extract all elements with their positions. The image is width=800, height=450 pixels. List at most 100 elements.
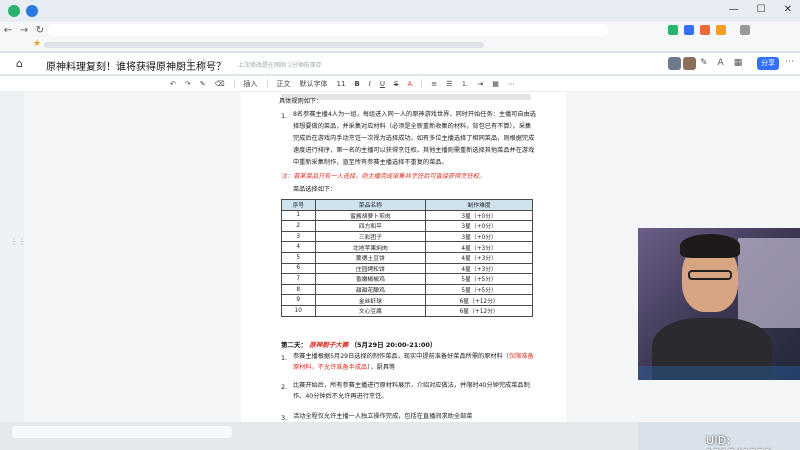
header-tools: ✎ A ▦ xyxy=(700,58,742,68)
comment-icon[interactable]: ✎ xyxy=(700,58,708,68)
text-run-red: 仅限准备 xyxy=(509,353,534,360)
table-row: 7 香嫩椒椒鸡 5星（+5分） xyxy=(281,273,533,285)
bottom-strip xyxy=(0,422,638,450)
webcam-shelf xyxy=(738,238,800,328)
star-icon[interactable]: ★ xyxy=(33,39,41,49)
window-controls: — ☐ ✕ xyxy=(729,4,792,15)
more-tools-icon[interactable]: ⋯ xyxy=(508,80,515,88)
extension-icon[interactable] xyxy=(716,25,726,35)
share-icon[interactable]: ⇪ xyxy=(186,58,194,68)
table-cell: 2 xyxy=(281,220,316,232)
bottom-blur xyxy=(12,426,232,438)
day2-item1-line: 原材料，不允许准备半成品），厨具等 xyxy=(293,363,395,373)
table-row: 4 北地苹果焖肉 4星（+3分） xyxy=(281,241,533,253)
table-cell: 3星（+0分） xyxy=(425,209,533,222)
item1-line: 速度进行排序，第一名的主播可以获得烹饪权。其他主播则需重新选择其他菜品并在游戏 xyxy=(293,147,535,154)
column-header: 菜品名称 xyxy=(314,199,427,211)
day2-heading: 第二天： 原神厨子大赛 （5月29日 20:00-21:00） xyxy=(281,339,436,349)
format-painter-icon[interactable]: ✎ xyxy=(200,80,206,88)
extension-icon[interactable] xyxy=(668,25,678,35)
day2-event: 原神厨子大赛 xyxy=(309,341,349,349)
title-actions: ⇪ ☆ ⋯ xyxy=(186,58,223,68)
table-row: 10 文心豆腐 6星（+12分） xyxy=(281,304,533,317)
day2-time: （5月29日 20:00-21:00） xyxy=(350,341,437,349)
dish-table[interactable]: 序号 菜品名称 制作难度 1 蜜酱胡萝卜煎肉 3星（+0分） 2 四方和平 3星（+0分… xyxy=(281,199,533,317)
table-cell: 金丝虾球 xyxy=(314,294,427,306)
share-button[interactable]: 分享 xyxy=(757,57,779,70)
text-run: ），厨具等 xyxy=(367,364,396,371)
doc-header: ⌂ 原神料理复刻！谁将获得原神厨王称号？ ⇪ ☆ ⋯ 上次修改是在刚刚 1分钟前… xyxy=(0,53,800,75)
font-icon[interactable]: A xyxy=(718,58,724,68)
right-margin xyxy=(566,92,638,422)
address-bar[interactable] xyxy=(48,24,608,36)
bold-icon[interactable]: B xyxy=(354,80,359,88)
list-number: 1. xyxy=(281,354,288,362)
strikethrough-icon[interactable]: S xyxy=(394,80,398,88)
table-cell: 北地苹果焖肉 xyxy=(314,241,427,253)
avatar[interactable] xyxy=(668,57,681,70)
layout-icon[interactable]: ▦ xyxy=(734,58,743,68)
clear-format-icon[interactable]: ⌫ xyxy=(215,80,225,88)
note-text: 注：若某菜品只有一人选择，则主播完成采集并烹饪后可直接获得烹饪权。 xyxy=(281,173,486,180)
paragraph-style-select[interactable]: 正文 xyxy=(277,79,291,89)
indent-icon[interactable]: ⇥ xyxy=(477,80,483,88)
toolbar-divider xyxy=(266,79,268,88)
extension-icon[interactable] xyxy=(700,25,710,35)
table-cell: 5星（+5分） xyxy=(425,283,533,296)
item1-line: 中重新采集制作，直至所有参赛主播选择不重复的菜品。 xyxy=(293,159,448,166)
table-header-row: 序号 菜品名称 制作难度 xyxy=(281,199,533,211)
font-family-select[interactable]: 默认字体 xyxy=(300,79,328,89)
table-cell: 蒙德土豆饼 xyxy=(314,251,427,264)
align-icon[interactable]: ≡ xyxy=(431,80,437,88)
font-color-icon[interactable]: A xyxy=(407,80,412,88)
day2-item2-line: 作。40分钟后不允许再进行烹饪。 xyxy=(293,393,388,400)
back-icon[interactable]: ← xyxy=(0,25,16,36)
more-icon[interactable]: ⋯ xyxy=(785,57,794,67)
document-page[interactable]: 具体规则如下： 1. 8名参赛主播4人为一组，每组进入同一人的原神游戏世界，同时… xyxy=(241,92,566,422)
table-cell: 3 xyxy=(281,230,316,243)
maximize-icon[interactable]: ☐ xyxy=(757,4,766,15)
format-toolbar: ↶ ↷ ✎ ⌫ 插入 正文 默认字体 11 B I U S A ≡ ☰ ⒈ ⇥ … xyxy=(0,76,800,92)
table-cell: 四方和平 xyxy=(314,220,427,232)
collaborator-avatars xyxy=(668,57,696,70)
table-icon[interactable]: ▦ xyxy=(492,80,499,88)
italic-icon[interactable]: I xyxy=(369,80,371,88)
star-icon[interactable]: ☆ xyxy=(200,58,208,68)
stream-uid: UID: 131341259 xyxy=(706,434,771,450)
refresh-icon[interactable]: ↻ xyxy=(32,25,48,36)
text-run: 参赛主播根据5月29日选择的制作菜品，现实中提前准备好菜品所需的原材料（ xyxy=(293,353,509,360)
day2-item3-line: 活动全程仅允许主播一人独立操作完成，包括在直播间求助全部菜 xyxy=(293,413,473,420)
streamer-glasses xyxy=(688,270,732,280)
minimize-icon[interactable]: — xyxy=(729,4,739,15)
item1-line: 8名参赛主播4人为一组，每组进入同一人的原神游戏世界，同时开始任务：主播可自由选 xyxy=(293,111,536,118)
underline-icon[interactable]: U xyxy=(380,80,385,88)
ordered-list-icon[interactable]: ⒈ xyxy=(461,79,468,89)
close-icon[interactable]: ✕ xyxy=(784,4,792,15)
redo-icon[interactable]: ↷ xyxy=(185,80,191,88)
more-icon[interactable]: ⋯ xyxy=(214,58,223,68)
table-cell: 香嫩椒椒鸡 xyxy=(314,273,427,285)
table-cell: 3星（+0分） xyxy=(425,220,533,232)
undo-icon[interactable]: ↶ xyxy=(170,80,176,88)
browser-logo-icon[interactable] xyxy=(8,5,20,17)
font-size-select[interactable]: 11 xyxy=(337,80,346,88)
list-number: 3. xyxy=(281,414,288,422)
home-icon[interactable]: ⌂ xyxy=(16,57,23,70)
table-row: 1 蜜酱胡萝卜煎肉 3星（+0分） xyxy=(281,209,533,222)
toolbar-divider xyxy=(233,79,235,88)
table-row: 2 四方和平 3星（+0分） xyxy=(281,220,533,232)
tab-favicon-icon[interactable] xyxy=(26,5,38,17)
browser-tab-bar: — ☐ ✕ xyxy=(0,0,800,22)
list-icon[interactable]: ☰ xyxy=(446,80,452,88)
table-cell: 6 xyxy=(281,262,316,275)
extension-icon[interactable] xyxy=(684,25,694,35)
table-row: 9 金丝虾球 6星（+12分） xyxy=(281,294,533,306)
table-cell: 5星（+5分） xyxy=(425,273,533,285)
forward-icon[interactable]: → xyxy=(16,25,32,36)
avatar[interactable] xyxy=(683,57,696,70)
menu-icon[interactable] xyxy=(740,25,750,35)
insert-menu[interactable]: 插入 xyxy=(244,79,258,89)
table-cell: 三彩团子 xyxy=(314,230,427,243)
drag-handle-icon[interactable]: ⋮⋮ xyxy=(10,237,26,246)
table-cell: 蜜酱胡萝卜煎肉 xyxy=(314,209,427,222)
